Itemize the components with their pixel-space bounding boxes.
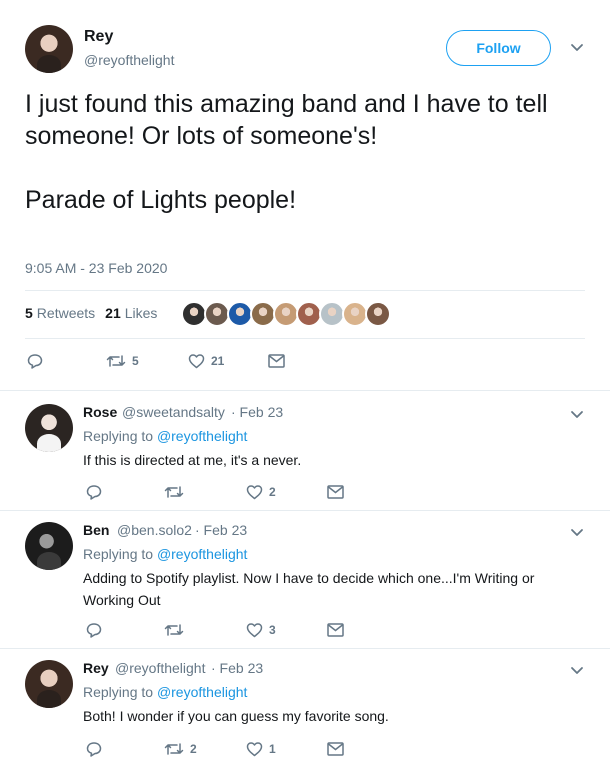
- reply-avatar[interactable]: [25, 522, 73, 570]
- reply-icon: [86, 742, 102, 757]
- likes-label: Likes: [124, 305, 158, 321]
- chevron-down-icon[interactable]: [570, 666, 584, 676]
- retweet-icon: [164, 486, 184, 498]
- like-action[interactable]: 21: [188, 353, 224, 369]
- reply-author-handle[interactable]: @ben.solo2: [117, 522, 192, 538]
- like-action[interactable]: 3: [246, 622, 276, 638]
- follow-button[interactable]: Follow: [446, 30, 551, 66]
- divider: [0, 390, 610, 391]
- divider: [0, 510, 610, 511]
- reply-text: If this is directed at me, it's a never.: [83, 452, 302, 468]
- reply-author-handle[interactable]: @reyofthelight: [115, 660, 205, 676]
- reply-author-name[interactable]: Rey: [83, 660, 109, 676]
- replying-to-link[interactable]: @reyofthelight: [157, 684, 247, 700]
- direct-message-icon: [268, 354, 285, 368]
- reply-avatar[interactable]: [25, 404, 73, 452]
- chevron-down-icon[interactable]: [570, 410, 584, 420]
- replying-to-link[interactable]: @reyofthelight: [157, 428, 247, 444]
- replying-to-prefix: Replying to: [83, 428, 154, 444]
- retweet-icon: [164, 624, 184, 636]
- reply-action[interactable]: [86, 484, 102, 500]
- reply-action[interactable]: [86, 622, 102, 638]
- divider: [25, 290, 585, 291]
- chevron-down-icon[interactable]: [570, 43, 584, 53]
- liker-avatar[interactable]: [365, 301, 391, 327]
- direct-message-icon: [327, 485, 344, 499]
- chevron-down-icon[interactable]: [570, 528, 584, 538]
- like-icon: [246, 485, 263, 500]
- reply-author-handle[interactable]: @sweetandsalty: [122, 404, 225, 420]
- divider: [0, 648, 610, 649]
- reply-action[interactable]: [86, 741, 102, 757]
- author-name[interactable]: Rey: [84, 28, 113, 46]
- direct-message-icon: [327, 623, 344, 637]
- tweet-stats: 5 Retweets 21 Likes: [25, 305, 157, 321]
- retweet-count: 2: [190, 742, 197, 756]
- reply-text: Adding to Spotify playlist. Now I have t…: [83, 570, 535, 608]
- dm-action[interactable]: [327, 485, 344, 499]
- retweet-action[interactable]: [164, 622, 190, 638]
- replying-to: Replying to @reyofthelight: [83, 684, 247, 700]
- like-action[interactable]: 1: [246, 741, 276, 757]
- retweets-stat[interactable]: 5 Retweets: [25, 305, 95, 321]
- like-action[interactable]: 2: [246, 484, 276, 500]
- reply-text: Both! I wonder if you can guess my favor…: [83, 708, 389, 724]
- retweet-icon: [106, 355, 126, 367]
- liker-avatars: [181, 301, 391, 327]
- tweet-text: I just found this amazing band and I hav…: [25, 90, 548, 214]
- replying-to-prefix: Replying to: [83, 546, 154, 562]
- reply-icon: [27, 354, 43, 369]
- divider: [25, 338, 585, 339]
- tweet-timestamp[interactable]: 9:05 AM - 23 Feb 2020: [25, 260, 167, 276]
- retweets-count: 5: [25, 305, 33, 321]
- like-icon: [246, 623, 263, 638]
- dm-action[interactable]: [327, 623, 344, 637]
- likes-stat[interactable]: 21 Likes: [105, 305, 157, 321]
- like-icon: [188, 354, 205, 369]
- replying-to: Replying to @reyofthelight: [83, 546, 247, 562]
- like-count: 1: [269, 742, 276, 756]
- retweet-icon: [164, 743, 184, 755]
- dm-action[interactable]: [268, 354, 285, 368]
- like-count: 21: [211, 354, 225, 368]
- retweet-action[interactable]: [164, 484, 190, 500]
- retweet-count: 5: [132, 354, 139, 368]
- reply-author-name[interactable]: Ben: [83, 522, 109, 538]
- retweet-action[interactable]: 2: [164, 741, 197, 757]
- reply-icon: [86, 485, 102, 500]
- reply-icon: [86, 623, 102, 638]
- replying-to-prefix: Replying to: [83, 684, 154, 700]
- reply-date[interactable]: · Feb 23: [211, 660, 263, 676]
- retweet-action[interactable]: 5: [106, 353, 139, 369]
- like-icon: [246, 742, 263, 757]
- direct-message-icon: [327, 742, 344, 756]
- reply-avatar[interactable]: [25, 660, 73, 708]
- reply-action[interactable]: [27, 353, 43, 369]
- like-count: 3: [269, 623, 276, 637]
- author-avatar[interactable]: [25, 25, 73, 73]
- likes-count: 21: [105, 305, 121, 321]
- author-handle[interactable]: @reyofthelight: [84, 52, 174, 68]
- retweets-label: Retweets: [36, 305, 96, 321]
- replying-to-link[interactable]: @reyofthelight: [157, 546, 247, 562]
- like-count: 2: [269, 485, 276, 499]
- dm-action[interactable]: [327, 742, 344, 756]
- reply-date[interactable]: · Feb 23: [231, 404, 283, 420]
- reply-author-name[interactable]: Rose: [83, 404, 117, 420]
- replying-to: Replying to @reyofthelight: [83, 428, 247, 444]
- reply-date[interactable]: · Feb 23: [195, 522, 247, 538]
